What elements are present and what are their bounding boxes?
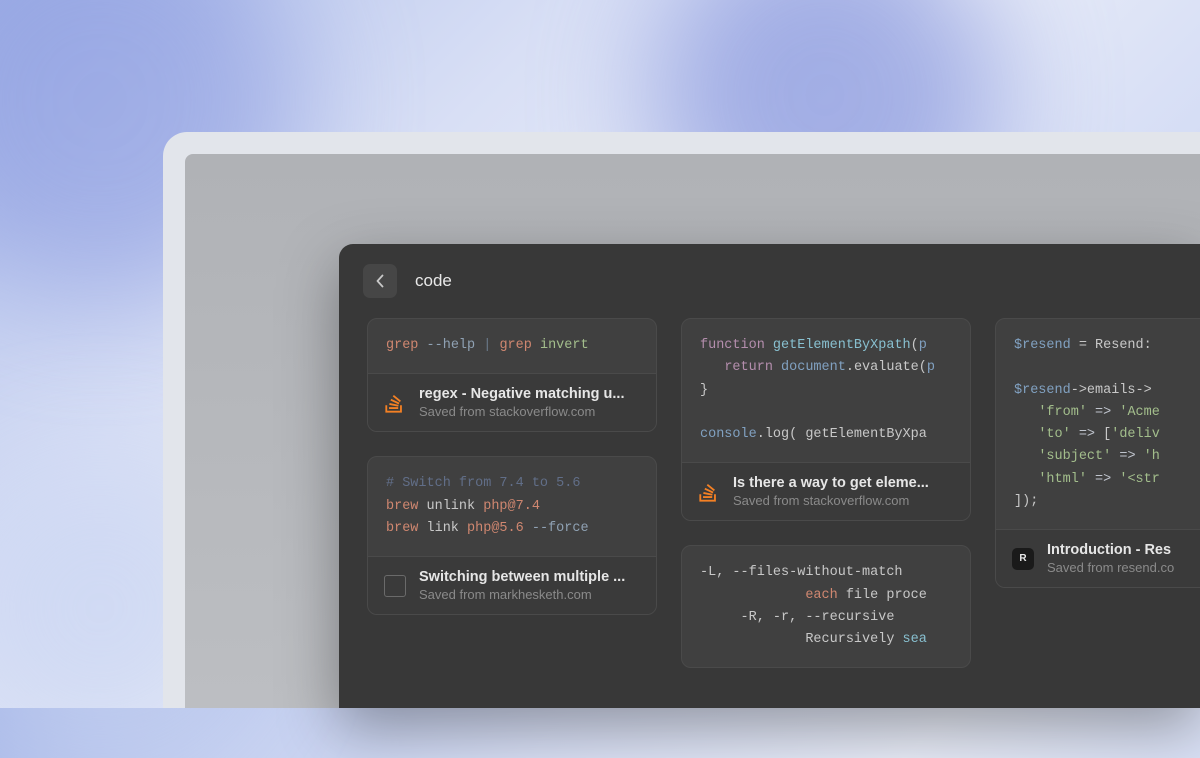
code-preview: function getElementByXpath(p return docu… bbox=[682, 319, 970, 462]
card-footer: R Introduction - Res Saved from resend.c… bbox=[996, 529, 1200, 587]
card-title: Is there a way to get eleme... bbox=[733, 475, 954, 491]
stackoverflow-icon bbox=[698, 481, 720, 503]
chevron-left-icon bbox=[376, 274, 384, 288]
card-source: Saved from stackoverflow.com bbox=[733, 493, 954, 508]
column-3: $resend = Resend: $resend->emails-> 'fro… bbox=[995, 318, 1200, 588]
card-source: Saved from markhesketh.com bbox=[419, 587, 640, 602]
card-title: Switching between multiple ... bbox=[419, 569, 640, 585]
card-footer: Is there a way to get eleme... Saved fro… bbox=[682, 462, 970, 520]
snippet-card[interactable]: function getElementByXpath(p return docu… bbox=[681, 318, 971, 521]
code-preview: -L, --files-without-match each file proc… bbox=[682, 546, 970, 667]
stackoverflow-icon bbox=[384, 392, 406, 414]
card-title: regex - Negative matching u... bbox=[419, 386, 640, 402]
inner-browser-frame: code grep --help | grep invert regex - N… bbox=[185, 154, 1200, 708]
code-preview: grep --help | grep invert bbox=[368, 319, 656, 373]
column-1: grep --help | grep invert regex - Negati… bbox=[367, 318, 657, 615]
back-button[interactable] bbox=[363, 264, 397, 298]
placeholder-icon bbox=[384, 575, 406, 597]
card-footer: regex - Negative matching u... Saved fro… bbox=[368, 373, 656, 431]
cards-grid: grep --help | grep invert regex - Negati… bbox=[339, 318, 1200, 668]
app-window: code grep --help | grep invert regex - N… bbox=[339, 244, 1200, 708]
snippet-card[interactable]: # Switch from 7.4 to 5.6 brew unlink php… bbox=[367, 456, 657, 615]
card-title: Introduction - Res bbox=[1047, 542, 1200, 558]
snippet-card[interactable]: $resend = Resend: $resend->emails-> 'fro… bbox=[995, 318, 1200, 588]
code-preview: # Switch from 7.4 to 5.6 brew unlink php… bbox=[368, 457, 656, 556]
code-preview: $resend = Resend: $resend->emails-> 'fro… bbox=[996, 319, 1200, 529]
card-footer: Switching between multiple ... Saved fro… bbox=[368, 556, 656, 614]
card-source: Saved from resend.co bbox=[1047, 560, 1200, 575]
snippet-card[interactable]: -L, --files-without-match each file proc… bbox=[681, 545, 971, 668]
snippet-card[interactable]: grep --help | grep invert regex - Negati… bbox=[367, 318, 657, 432]
column-2: function getElementByXpath(p return docu… bbox=[681, 318, 971, 668]
app-header: code bbox=[339, 244, 1200, 318]
resend-icon: R bbox=[1012, 548, 1034, 570]
card-source: Saved from stackoverflow.com bbox=[419, 404, 640, 419]
outer-browser-frame: code grep --help | grep invert regex - N… bbox=[163, 132, 1200, 708]
search-input[interactable]: code bbox=[415, 271, 452, 291]
